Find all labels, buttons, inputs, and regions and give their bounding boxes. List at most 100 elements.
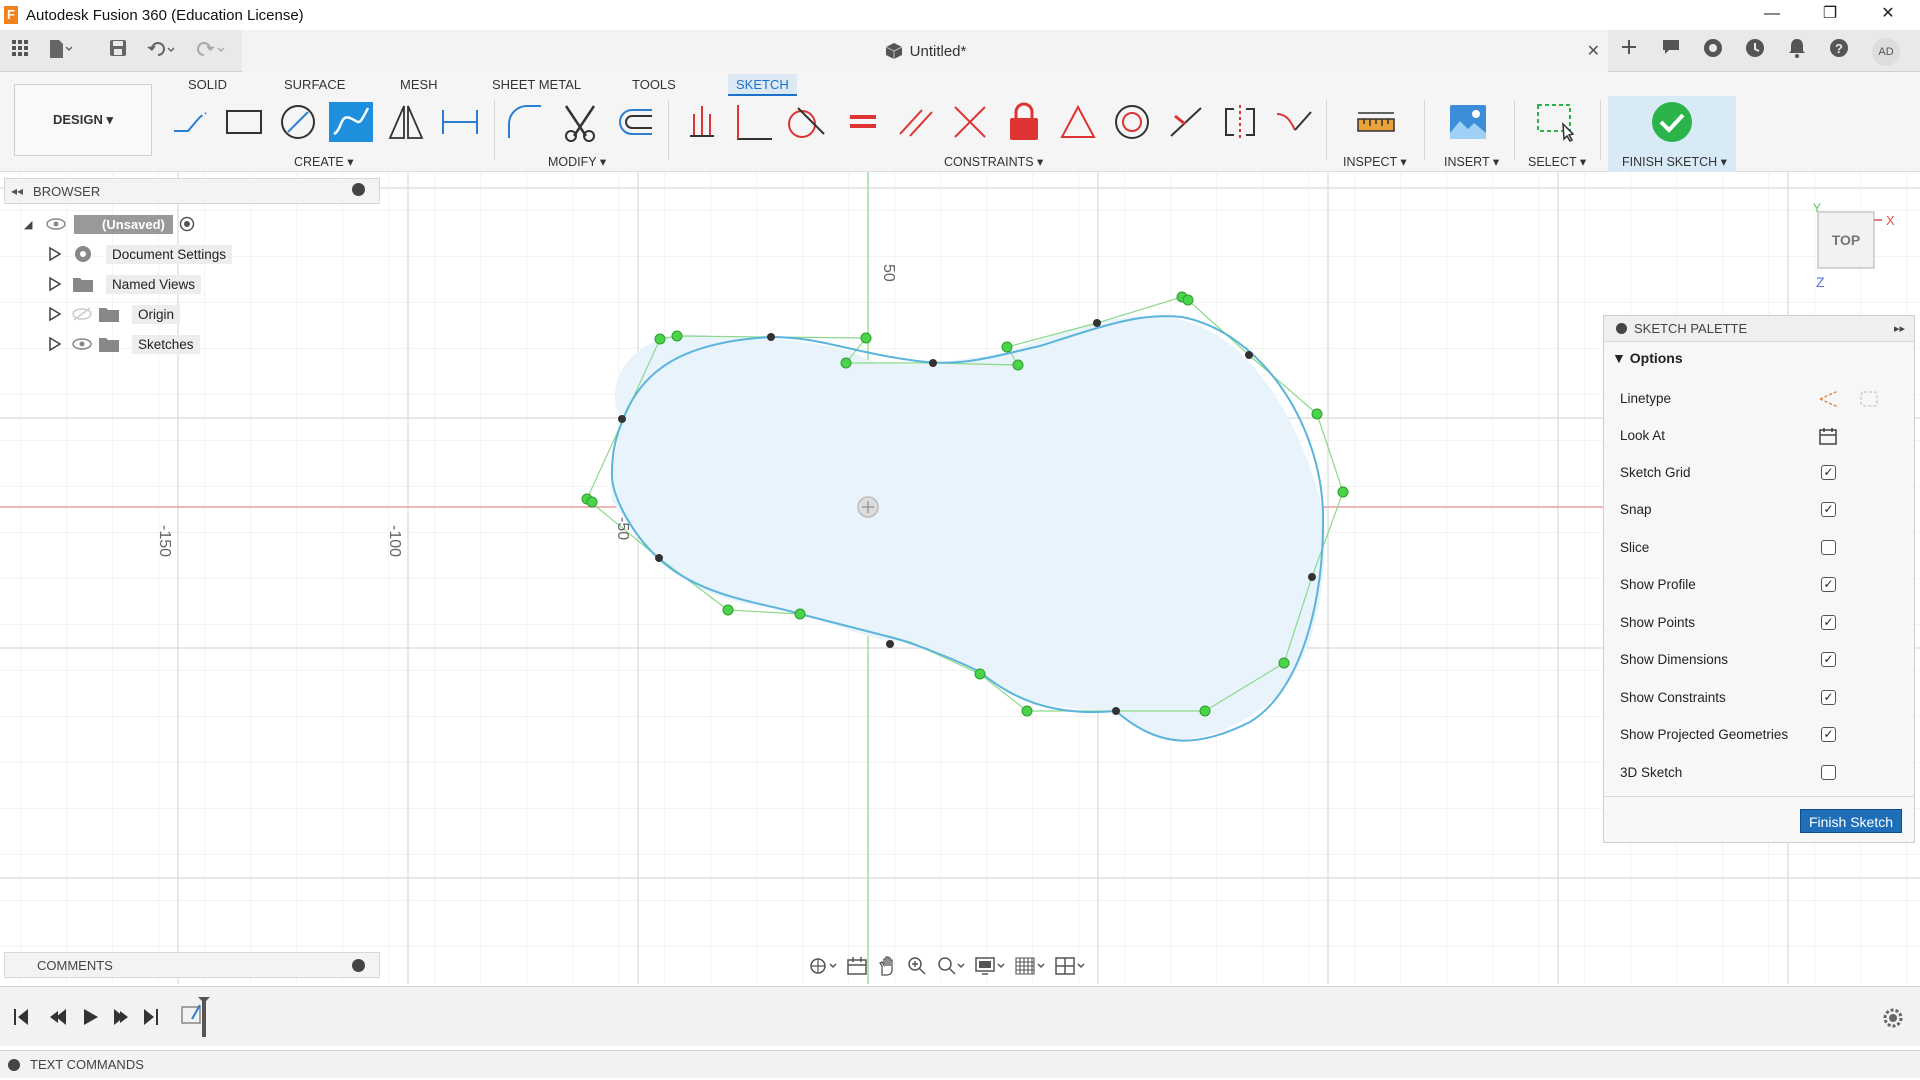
show-profile-checkbox[interactable]: ✓ <box>1821 577 1836 592</box>
activate-radio-icon[interactable] <box>179 216 195 232</box>
tab-solid[interactable]: SOLID <box>180 74 235 96</box>
curvature-constraint-icon[interactable] <box>1272 102 1316 142</box>
select-group-label[interactable]: SELECT ▾ <box>1528 154 1586 169</box>
trim-tool-icon[interactable] <box>558 102 602 142</box>
notifications-icon[interactable] <box>1784 38 1810 64</box>
minimize-button[interactable]: — <box>1744 0 1800 30</box>
expand-triangle-icon[interactable] <box>48 246 62 262</box>
help-icon[interactable]: ? <box>1826 38 1852 64</box>
expand-palette-icon[interactable]: ▸▸ <box>1894 316 1905 342</box>
create-group-label[interactable]: CREATE ▾ <box>294 154 354 169</box>
fit-zoom-icon[interactable] <box>936 955 966 977</box>
insert-canvas-icon[interactable] <box>1446 102 1490 142</box>
midpoint-constraint-icon[interactable] <box>1164 102 1208 142</box>
browser-header[interactable]: ◂◂ BROWSER <box>4 178 380 204</box>
comments-header[interactable]: COMMENTS <box>4 952 380 978</box>
tree-item-named-views[interactable]: Named Views <box>48 272 202 296</box>
mirror-tool-icon[interactable] <box>384 102 428 142</box>
spline-tool-icon[interactable] <box>329 102 373 142</box>
text-commands-bar[interactable]: TEXT COMMANDS <box>0 1050 1920 1078</box>
coincident-constraint-icon[interactable] <box>680 102 724 142</box>
save-icon[interactable] <box>106 39 130 63</box>
undo-icon[interactable] <box>146 39 175 63</box>
add-comment-icon[interactable] <box>352 959 365 972</box>
measure-tool-icon[interactable] <box>1354 102 1398 142</box>
show-projected-geometries-checkbox[interactable]: ✓ <box>1821 727 1836 742</box>
sketch-feature-icon[interactable] <box>178 995 218 1039</box>
show-points-checkbox[interactable]: ✓ <box>1821 615 1836 630</box>
expand-triangle-icon[interactable] <box>48 306 62 322</box>
maximize-button[interactable]: ❐ <box>1802 0 1858 30</box>
modify-group-label[interactable]: MODIFY ▾ <box>548 154 606 169</box>
concentric-constraint-icon[interactable] <box>1110 102 1154 142</box>
options-section-header[interactable]: ▼ Options <box>1612 350 1683 366</box>
minimize-palette-icon[interactable] <box>1616 323 1627 334</box>
minimize-panel-icon[interactable] <box>352 183 365 196</box>
look-at-nav-icon[interactable] <box>846 955 868 977</box>
sketch-dimension-tool-icon[interactable] <box>438 102 482 142</box>
tab-tools[interactable]: TOOLS <box>624 74 684 96</box>
snap-checkbox[interactable]: ✓ <box>1821 502 1836 517</box>
expand-text-commands-icon[interactable] <box>8 1058 20 1071</box>
orbit-icon[interactable] <box>808 955 838 977</box>
tree-item-origin[interactable]: Origin <box>48 302 181 326</box>
redo-icon[interactable] <box>196 39 225 63</box>
3d-sketch-checkbox[interactable] <box>1821 765 1836 780</box>
fix-constraint-icon[interactable] <box>1002 102 1046 142</box>
eye-icon[interactable] <box>72 337 92 351</box>
document-tab[interactable]: Untitled* ✕ <box>242 30 1608 72</box>
tangent-constraint-icon[interactable] <box>784 102 828 142</box>
workspace-switcher[interactable]: DESIGN ▾ <box>14 84 152 156</box>
perpendicular-lines-icon[interactable] <box>948 102 992 142</box>
tree-item-sketches[interactable]: Sketches <box>48 332 200 356</box>
tab-mesh[interactable]: MESH <box>392 74 446 96</box>
construction-linetype-icon[interactable] <box>1818 389 1840 409</box>
expand-triangle-icon[interactable] <box>48 336 62 352</box>
select-tool-icon[interactable] <box>1534 102 1578 142</box>
tab-sheet-metal[interactable]: SHEET METAL <box>484 74 589 96</box>
display-settings-icon[interactable] <box>974 955 1006 977</box>
finish-sketch-group-label[interactable]: FINISH SKETCH ▾ <box>1622 154 1727 169</box>
show-constraints-checkbox[interactable]: ✓ <box>1821 690 1836 705</box>
line-tool-icon[interactable] <box>168 102 212 142</box>
palette-header[interactable]: SKETCH PALETTE ▸▸ <box>1604 316 1914 342</box>
rectangle-tool-icon[interactable] <box>222 102 266 142</box>
close-window-button[interactable]: ✕ <box>1860 0 1916 30</box>
collapse-panel-icon[interactable]: ◂◂ <box>11 184 23 198</box>
grid-settings-icon[interactable] <box>1014 955 1046 977</box>
job-status-icon[interactable] <box>1742 38 1768 64</box>
new-tab-icon[interactable] <box>1616 38 1642 64</box>
expand-triangle-icon[interactable]: ◢ <box>24 218 40 231</box>
user-avatar[interactable]: AD <box>1872 38 1900 66</box>
comments-icon[interactable] <box>1658 38 1684 64</box>
tab-sketch[interactable]: SKETCH <box>728 74 797 96</box>
file-menu-icon[interactable] <box>48 39 73 63</box>
close-tab-button[interactable]: ✕ <box>1587 41 1600 61</box>
fillet-tool-icon[interactable] <box>503 102 547 142</box>
tree-item-document-settings[interactable]: Document Settings <box>48 242 233 266</box>
horizontal-vertical-constraint-icon[interactable] <box>1056 102 1100 142</box>
finish-sketch-button[interactable]: Finish Sketch <box>1800 809 1902 833</box>
viewports-icon[interactable] <box>1054 955 1086 977</box>
inspect-group-label[interactable]: INSPECT ▾ <box>1343 154 1407 169</box>
extensions-icon[interactable] <box>1700 38 1726 64</box>
zoom-icon[interactable] <box>906 955 928 977</box>
expand-triangle-icon[interactable] <box>48 276 62 292</box>
perpendicular-constraint-icon[interactable] <box>732 102 776 142</box>
eye-icon[interactable] <box>46 217 66 231</box>
sketch-grid-checkbox[interactable]: ✓ <box>1821 465 1836 480</box>
slice-checkbox[interactable] <box>1821 540 1836 555</box>
apps-grid-icon[interactable] <box>8 39 32 63</box>
circle-tool-icon[interactable] <box>276 102 320 142</box>
symmetry-constraint-icon[interactable] <box>1218 102 1262 142</box>
insert-group-label[interactable]: INSERT ▾ <box>1444 154 1499 169</box>
centerline-linetype-icon[interactable] <box>1858 389 1880 409</box>
pan-hand-icon[interactable] <box>876 955 898 977</box>
equal-constraint-icon[interactable] <box>841 102 885 142</box>
offset-tool-icon[interactable] <box>612 102 656 142</box>
tab-surface[interactable]: SURFACE <box>276 74 353 96</box>
timeline-settings-gear-icon[interactable] <box>1882 1007 1904 1029</box>
show-dimensions-checkbox[interactable]: ✓ <box>1821 652 1836 667</box>
constraints-group-label[interactable]: CONSTRAINTS ▾ <box>944 154 1043 169</box>
tree-root[interactable]: ◢ (Unsaved) <box>24 212 195 236</box>
